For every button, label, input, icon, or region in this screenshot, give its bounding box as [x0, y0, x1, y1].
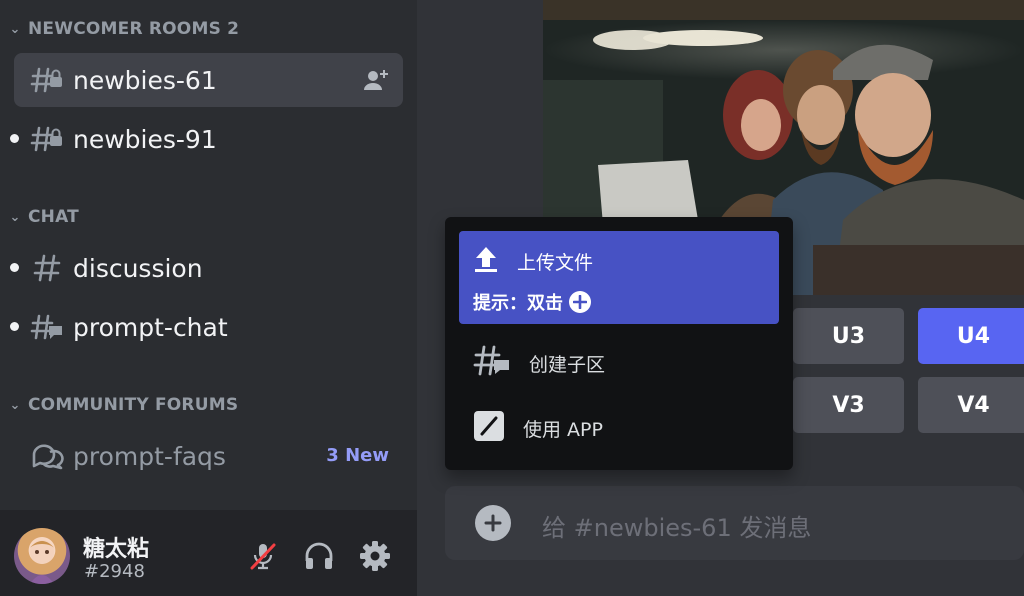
- invite-member-icon[interactable]: [363, 68, 389, 92]
- channel-name: newbies-61: [73, 65, 217, 95]
- category-label: CHAT: [28, 207, 79, 227]
- channel-newbies-91[interactable]: newbies-91: [10, 112, 403, 166]
- forum-icon: [30, 439, 64, 473]
- headphones-icon[interactable]: [301, 538, 337, 574]
- locked-thread-hash-icon: [30, 63, 64, 97]
- create-thread-label: 创建子区: [529, 353, 606, 376]
- category-label: NEWCOMER ROOMS 2: [28, 19, 240, 39]
- category-newcomer-rooms[interactable]: ⌄ NEWCOMER ROOMS 2: [8, 14, 239, 44]
- category-label: COMMUNITY FORUMS: [28, 395, 239, 415]
- thread-hash-icon: [473, 344, 511, 382]
- category-chat[interactable]: ⌄ CHAT: [8, 202, 79, 232]
- upscale-u4-button[interactable]: U4: [918, 308, 1024, 364]
- upload-file-label: 上传文件: [517, 251, 594, 274]
- attach-plus-button[interactable]: [475, 505, 511, 541]
- channel-newbies-61[interactable]: newbies-61: [14, 53, 403, 107]
- channel-name: prompt-faqs: [73, 441, 226, 471]
- upscale-u3-button[interactable]: U3: [793, 308, 904, 364]
- category-community-forums[interactable]: ⌄ COMMUNITY FORUMS: [8, 390, 238, 420]
- upload-hint-text: 提示：双击: [473, 293, 563, 314]
- variation-v3-button[interactable]: V3: [793, 377, 904, 433]
- use-app-option[interactable]: 使用 APP: [459, 401, 779, 449]
- channel-prompt-chat[interactable]: prompt-chat: [10, 300, 403, 354]
- hash-icon: [30, 251, 64, 285]
- message-input-placeholder[interactable]: 给 #newbies-61 发消息: [542, 508, 811, 543]
- new-posts-badge: 3 New: [326, 445, 389, 466]
- unread-indicator: [10, 134, 19, 143]
- locked-thread-hash-icon: [30, 122, 64, 156]
- thread-hash-icon: [30, 310, 64, 344]
- chevron-down-icon: ⌄: [9, 209, 21, 225]
- upload-file-option[interactable]: 上传文件 提示：双击: [459, 231, 779, 324]
- channel-name: discussion: [73, 253, 203, 283]
- chevron-down-icon: ⌄: [9, 397, 21, 413]
- unread-indicator: [10, 322, 19, 331]
- chevron-down-icon: ⌄: [9, 21, 21, 37]
- attach-menu: 上传文件 提示：双击 创建子区 使用 APP: [445, 217, 793, 470]
- variation-v4-button[interactable]: V4: [918, 377, 1024, 433]
- unread-indicator: [10, 263, 19, 272]
- channel-name: newbies-91: [73, 124, 217, 154]
- upload-icon: [473, 245, 499, 277]
- username: 糖太粘: [83, 537, 150, 562]
- channel-prompt-faqs[interactable]: prompt-faqs 3 New: [14, 429, 403, 483]
- plus-circle-icon: [569, 291, 591, 313]
- user-discriminator: #2948: [84, 561, 145, 582]
- channel-name: prompt-chat: [73, 312, 228, 342]
- avatar[interactable]: [14, 528, 70, 584]
- microphone-muted-icon[interactable]: [245, 538, 281, 574]
- use-app-label: 使用 APP: [523, 418, 603, 441]
- create-thread-option[interactable]: 创建子区: [459, 338, 779, 386]
- gear-icon[interactable]: [357, 538, 393, 574]
- slash-command-icon: [473, 410, 505, 446]
- upload-hint: 提示：双击: [473, 289, 591, 315]
- channel-discussion[interactable]: discussion: [10, 241, 403, 295]
